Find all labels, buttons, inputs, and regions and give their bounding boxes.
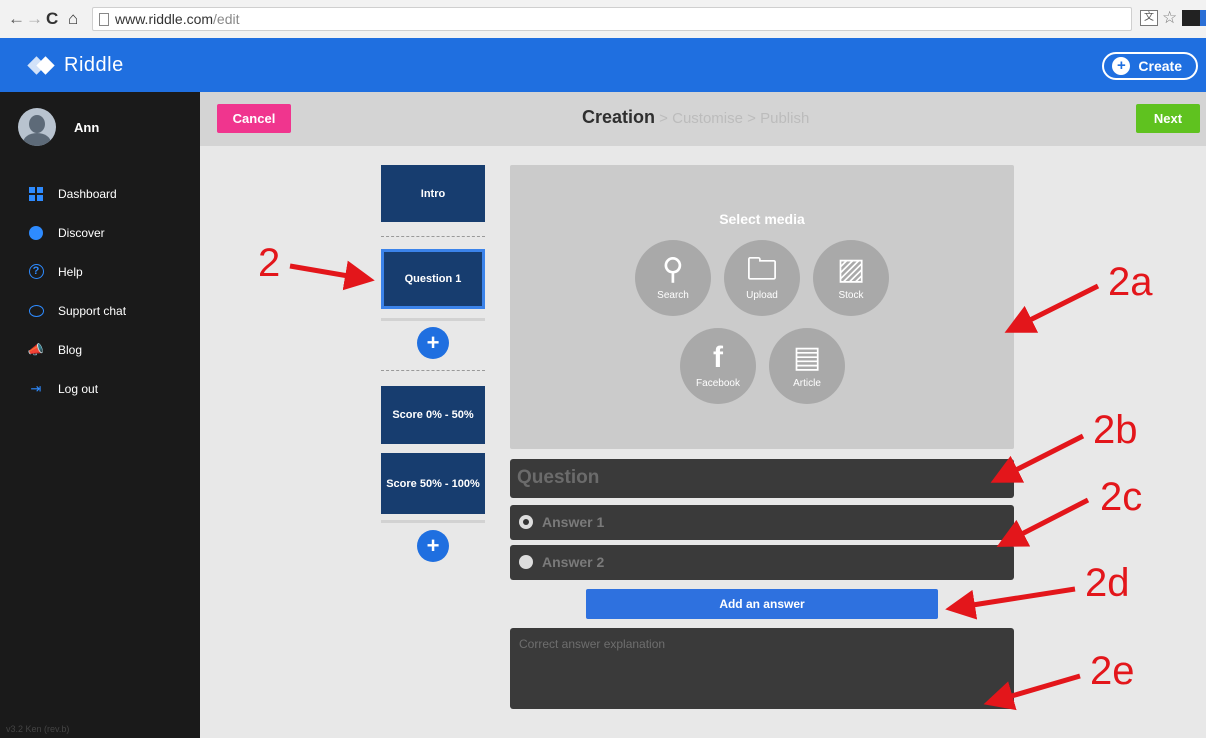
browser-toolbar: ← → C ⌂ www.riddle.com/edit 文 ☆ [0,0,1206,38]
translate-icon[interactable]: 文 [1140,10,1158,26]
extension-icon[interactable] [1182,10,1200,26]
address-bar[interactable]: www.riddle.com/edit [92,7,1132,31]
logo-mark-icon [27,56,58,75]
media-label: Article [793,378,821,389]
sidebar-item-dashboard[interactable]: Dashboard [28,174,126,213]
annotation-2a: 2a [1108,260,1153,304]
media-stock-button[interactable]: ▨ Stock [813,240,889,316]
annotation-2d: 2d [1085,561,1130,605]
logout-icon: ⇥ [30,380,42,396]
sidebar-item-label: Blog [58,342,83,357]
slide-divider [381,236,485,237]
media-article-button[interactable]: ▤ Article [769,328,845,404]
create-button[interactable]: + Create [1102,52,1198,80]
bookmark-star-icon[interactable]: ☆ [1162,9,1180,26]
annotation-2b: 2b [1093,408,1138,452]
slide-score-low[interactable]: Score 0% - 50% [381,386,485,444]
grid-icon [28,186,44,202]
step-separator: > [742,110,761,127]
annotation-2e: 2e [1090,649,1135,693]
sidebar-menu: Dashboard Discover ? Help Support chat 📣… [28,174,126,408]
logo-text: Riddle [64,53,124,76]
article-icon: ▤ [792,341,822,374]
answer-1-text: Answer 1 [542,514,605,530]
slide-shadow [381,520,485,523]
slide-question-1[interactable]: Question 1 [381,249,485,309]
url-text: www.riddle.com/edit [115,11,240,27]
answer-1-radio[interactable] [519,515,533,529]
sidebar-item-label: Help [58,264,83,279]
version-label: v3.2 Ken (rev.b) [6,724,70,734]
cancel-button[interactable]: Cancel [217,104,291,133]
page-icon [99,13,109,26]
sidebar-item-label: Dashboard [58,186,117,201]
add-answer-button[interactable]: Add an answer [586,589,938,619]
editor-area: Intro Question 1 + Score 0% - 50% Score … [200,146,1206,738]
step-publish[interactable]: Publish [760,110,809,127]
media-panel: Select media ⚲ Search 🗀 Upload ▨ Stock f… [510,165,1014,449]
slide-shadow [381,318,485,321]
slide-intro[interactable]: Intro [381,165,485,222]
sidebar-item-log-out[interactable]: ⇥ Log out [28,369,126,408]
user-name: Ann [74,119,100,135]
next-button[interactable]: Next [1136,104,1200,133]
avatar [18,108,56,146]
plus-icon: + [1112,57,1131,75]
workflow-bar: Cancel Creation > Customise > Publish Ne… [200,92,1206,146]
step-creation[interactable]: Creation [582,107,655,127]
search-icon: ⚲ [662,253,684,286]
forward-icon[interactable]: → [26,9,43,29]
slide-score-high[interactable]: Score 50% - 100% [381,453,485,514]
media-label: Upload [746,290,778,301]
sidebar: Ann Dashboard Discover ? Help Support ch… [0,92,200,738]
facebook-icon: f [713,341,723,374]
step-customise[interactable]: Customise [672,110,743,127]
answer-1-field[interactable]: Answer 1 [510,505,1014,540]
sidebar-item-discover[interactable]: Discover [28,213,126,252]
sidebar-item-help[interactable]: ? Help [28,252,126,291]
media-label: Stock [838,290,864,301]
stock-icon: ▨ [836,253,866,286]
sidebar-item-blog[interactable]: 📣 Blog [28,330,126,369]
question-input[interactable]: Question [510,459,1014,498]
url-path: /edit [213,11,240,27]
media-label: Search [657,290,689,301]
chat-icon [28,303,44,319]
step-separator: > [655,110,673,127]
annotation-2c: 2c [1100,475,1143,519]
sidebar-item-support-chat[interactable]: Support chat [28,291,126,330]
explanation-textarea[interactable]: Correct answer explanation [510,628,1014,709]
media-search-button[interactable]: ⚲ Search [635,240,711,316]
back-icon[interactable]: ← [8,9,25,29]
explanation-placeholder: Correct answer explanation [519,637,666,651]
app-header: Riddle + Create [0,38,1206,92]
riddle-logo[interactable]: Riddle [27,53,124,77]
compass-icon [28,225,44,241]
answer-2-field[interactable]: Answer 2 [510,545,1014,580]
question-placeholder: Question [517,467,600,488]
add-question-button[interactable]: + [417,327,449,359]
answer-2-text: Answer 2 [542,554,605,570]
create-label: Create [1138,58,1182,74]
annotation-2: 2 [258,241,281,285]
home-icon[interactable]: ⌂ [68,9,78,29]
reload-icon[interactable]: C [46,9,58,29]
sidebar-item-label: Support chat [58,303,127,318]
add-result-button[interactable]: + [417,530,449,562]
sidebar-item-label: Discover [58,225,105,240]
slide-divider [381,370,485,371]
media-upload-button[interactable]: 🗀 Upload [724,240,800,316]
user-profile[interactable]: Ann [18,108,99,146]
media-facebook-button[interactable]: f Facebook [680,328,756,404]
megaphone-icon: 📣 [27,341,45,357]
upload-icon: 🗀 [747,253,777,286]
media-label: Facebook [696,378,740,389]
step-breadcrumb: Creation > Customise > Publish [582,107,809,128]
sidebar-item-label: Log out [58,381,99,396]
url-host: www.riddle.com [115,11,214,27]
media-title: Select media [719,211,805,227]
answer-2-radio[interactable] [519,555,533,569]
help-icon: ? [28,264,44,280]
menu-icon[interactable] [1200,10,1206,26]
